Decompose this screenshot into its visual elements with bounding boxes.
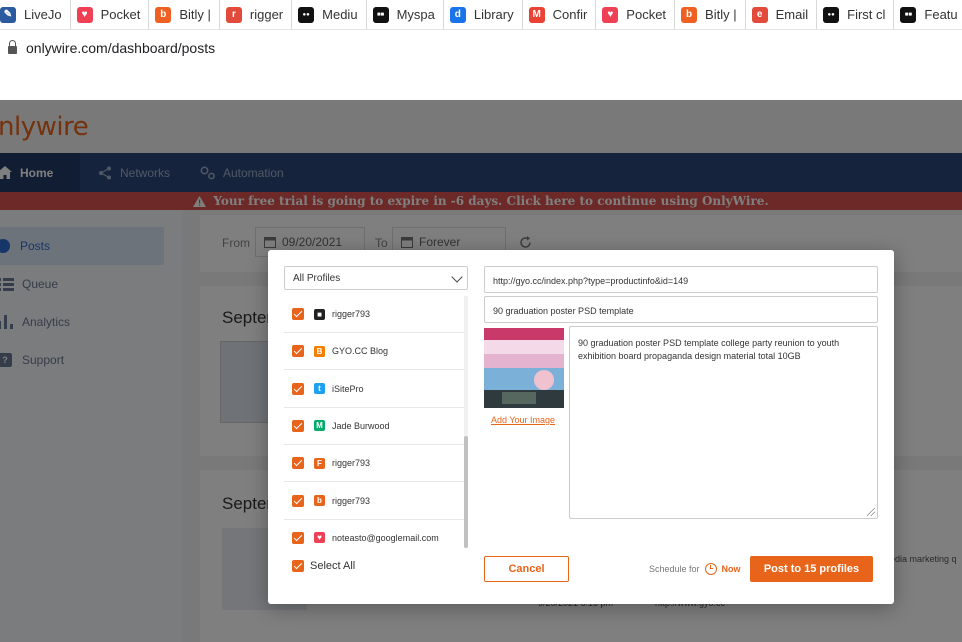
bookmark-item[interactable]: ●● First cl [817, 0, 895, 29]
bookmark-item[interactable]: ■■ Featu [894, 0, 962, 29]
profile-filter-value: All Profiles [293, 272, 341, 284]
bookmark-label: Confir [552, 7, 588, 22]
email-icon: e [751, 6, 768, 23]
schedule-label: Schedule for [649, 564, 700, 574]
profile-row[interactable]: ♥ noteasto@googlemail.com [284, 520, 464, 548]
myspace-icon: ■ [314, 308, 325, 320]
select-all-checkbox[interactable]: Select All [292, 560, 355, 572]
checkbox-checked-icon[interactable] [292, 345, 304, 358]
checkbox-checked-icon[interactable] [292, 382, 304, 395]
checkbox-checked-icon[interactable] [292, 308, 304, 320]
bitly-icon: b [155, 6, 172, 23]
bookmark-item[interactable]: ✎ LiveJo [0, 0, 71, 29]
poster-image [484, 328, 564, 408]
pocket-icon: ♥ [602, 6, 619, 23]
post-title-input[interactable]: 90 graduation poster PSD template [484, 296, 878, 323]
profile-name: iSitePro [332, 383, 364, 394]
clock-icon [704, 563, 717, 575]
bookmark-item[interactable]: r rigger [220, 0, 293, 29]
post-to-profiles-button[interactable]: Post to 15 profiles [750, 556, 873, 582]
profile-name: rigger793 [332, 458, 371, 469]
myspace-icon: ■■ [900, 6, 917, 23]
profile-row[interactable]: M Jade Burwood [284, 408, 464, 445]
bookmark-label: First cl [847, 7, 886, 22]
profile-row[interactable]: ■ rigger793 [284, 296, 464, 333]
compose-post-modal: All Profiles ■ rigger793 B GYO.CC Blog t iSit… [268, 250, 894, 604]
medium-icon: ●● [298, 6, 315, 23]
profile-list: ■ rigger793 B GYO.CC Blog t iSitePro M Jade Bur… [284, 296, 468, 548]
bookmark-label: LiveJo [24, 7, 62, 22]
bookmark-item[interactable]: M Confir [523, 0, 597, 29]
bitly-icon: b [314, 495, 325, 506]
profile-name: GYO.CC Blog [332, 346, 389, 357]
checkbox-checked-icon[interactable] [292, 457, 304, 470]
bookmark-label: Mediu [322, 7, 358, 22]
cancel-button[interactable]: Cancel [484, 556, 569, 582]
bookmark-label: Myspa [396, 7, 435, 22]
library-icon: d [449, 6, 466, 23]
bookmark-label: Email [775, 7, 809, 22]
bookmark-label: Pocket [626, 7, 667, 22]
bookmark-label: rigger [249, 7, 284, 22]
bookmark-label: Pocket [100, 7, 141, 22]
bookmark-label: Featu [924, 7, 958, 22]
bookmark-item[interactable]: ♥ Pocket [596, 0, 676, 29]
bookmark-item[interactable]: ♥ Pocket [71, 0, 150, 29]
profile-name: Jade Burwood [332, 420, 390, 431]
address-bar[interactable]: onlywire.com/dashboard/posts [0, 30, 962, 66]
bookmark-item[interactable]: b Bitly | [675, 0, 746, 29]
gmail-icon: M [528, 6, 545, 23]
schedule-selector[interactable]: Schedule for Now [649, 563, 741, 575]
bookmark-label: Library [473, 7, 514, 22]
lock-icon [8, 40, 17, 54]
profile-row[interactable]: b rigger793 [284, 483, 464, 520]
flipboard-icon: F [314, 457, 325, 469]
bookmark-label: Bitly | [179, 7, 211, 22]
bookmark-item[interactable]: ■■ Myspa [367, 0, 444, 29]
chevron-down-icon [451, 271, 463, 283]
post-description-textarea[interactable]: 90 graduation poster PSD template colleg… [569, 326, 878, 519]
medium-icon: M [314, 420, 325, 432]
livejournal-icon: ✎ [0, 6, 16, 23]
schedule-value[interactable]: Now [722, 564, 741, 574]
profile-filter-select[interactable]: All Profiles [284, 266, 468, 290]
bookmarks-bar: ✎ LiveJo ♥ Pocket b Bitly | r rigger ●● Mediu ■■ M… [0, 0, 962, 30]
bitly-icon: b [681, 6, 698, 23]
bookmark-item[interactable]: e Email [746, 0, 818, 29]
pocket-icon: ♥ [314, 532, 325, 544]
resize-handle-icon[interactable] [867, 508, 875, 516]
bookmark-label: Bitly | [705, 7, 737, 22]
profile-row[interactable]: Frigger793 [284, 445, 464, 483]
profile-name: noteasto@googlemail.com [332, 532, 439, 543]
scrollbar-thumb[interactable] [464, 436, 468, 548]
medium-icon: ●● [823, 6, 840, 23]
post-description-text: 90 graduation poster PSD template colleg… [578, 338, 840, 361]
blogger-icon: B [314, 345, 325, 357]
rigger-icon: r [225, 6, 242, 23]
post-url-input[interactable]: http://gyo.cc/index.php?type=productinfo… [484, 266, 878, 293]
profile-row[interactable]: t iSitePro [284, 371, 464, 408]
myspace-icon: ■■ [372, 6, 389, 23]
url-text[interactable]: onlywire.com/dashboard/posts [26, 40, 215, 56]
checkbox-checked-icon [292, 560, 304, 572]
pocket-icon: ♥ [76, 6, 93, 23]
post-image-thumbnail[interactable] [484, 328, 564, 408]
bookmark-item[interactable]: ●● Mediu [292, 0, 367, 29]
profile-name: rigger793 [332, 495, 371, 506]
twitter-icon: t [314, 383, 325, 395]
profile-list-scrollbar[interactable] [464, 296, 468, 548]
select-all-label: Select All [310, 560, 356, 572]
profile-name: rigger793 [332, 309, 371, 319]
checkbox-checked-icon[interactable] [292, 494, 304, 507]
add-image-link[interactable]: Add Your Image [491, 415, 555, 425]
checkbox-checked-icon[interactable] [292, 531, 304, 544]
profile-row[interactable]: B GYO.CC Blog [284, 333, 464, 371]
bookmark-item[interactable]: d Library [444, 0, 523, 29]
checkbox-checked-icon[interactable] [292, 419, 304, 432]
bookmark-item[interactable]: b Bitly | [149, 0, 220, 29]
